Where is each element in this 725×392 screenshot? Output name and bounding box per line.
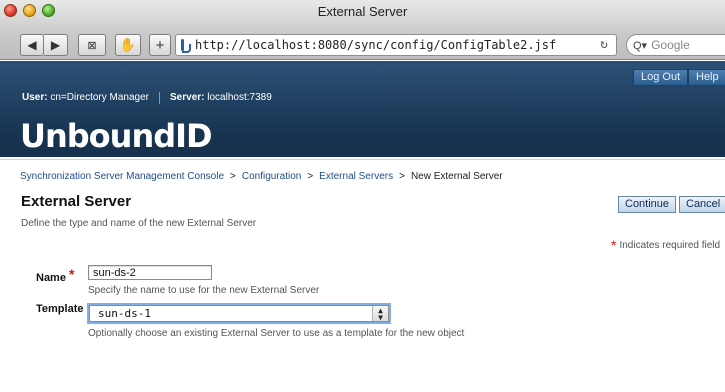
breadcrumb-separator: > — [307, 171, 314, 182]
window-titlebar: External Server ◀ ▶ ⊠ ✋ + http://localho… — [0, 0, 725, 60]
cancel-button[interactable]: Cancel — [679, 196, 725, 213]
window-title: External Server — [317, 4, 408, 19]
evernote-icon: ✋ — [119, 37, 137, 52]
breadcrumb: Synchronization Server Management Consol… — [20, 171, 503, 182]
session-divider — [159, 92, 161, 104]
forward-icon: ▶ — [50, 38, 61, 52]
template-selected-value: sun-ds-1 — [98, 307, 151, 320]
url-text: http://localhost:8080/sync/config/Config… — [195, 38, 557, 52]
forward-button[interactable]: ▶ — [44, 34, 68, 56]
reload-icon[interactable]: ↻ — [600, 37, 608, 52]
search-icon: Q▾ — [633, 39, 648, 52]
name-label-text: Name — [36, 272, 66, 284]
template-select[interactable]: sun-ds-1 ▲ ▼ — [89, 305, 389, 322]
search-input[interactable]: Q▾ Google — [626, 34, 725, 56]
back-button[interactable]: ◀ — [20, 34, 44, 56]
name-field[interactable] — [88, 265, 212, 280]
breadcrumb-configuration-link[interactable]: Configuration — [242, 171, 301, 182]
logout-button[interactable]: Log Out — [633, 69, 689, 86]
required-asterisk-icon: * — [68, 266, 75, 282]
page-description: Define the type and name of the new Exte… — [21, 218, 257, 229]
divider — [0, 159, 725, 160]
server-label: Server: — [170, 92, 205, 103]
session-info: User: cn=Directory Manager Server: local… — [22, 92, 272, 104]
unboundid-logo: UnboundID — [20, 117, 213, 155]
continue-button[interactable]: Continue — [618, 196, 677, 213]
search-placeholder: Google — [651, 38, 690, 52]
user-label: User: — [22, 92, 48, 103]
template-label: Template — [36, 303, 84, 315]
breadcrumb-separator: > — [399, 171, 405, 182]
select-arrows-icon: ▲ ▼ — [372, 306, 388, 322]
required-field-note: * Indicates required field — [611, 237, 720, 253]
snapback-icon: ⊠ — [87, 39, 97, 52]
breadcrumb-separator: > — [230, 171, 236, 182]
evernote-button[interactable]: ✋ — [115, 34, 141, 56]
snapback-button[interactable]: ⊠ — [78, 34, 106, 56]
help-button[interactable]: Help — [688, 69, 725, 86]
page-title: External Server — [21, 193, 132, 210]
user-value: cn=Directory Manager — [50, 92, 150, 103]
breadcrumb-external-servers-link[interactable]: External Servers — [319, 171, 393, 182]
required-asterisk-icon: * — [611, 237, 617, 253]
app-header: Log Out Help User: cn=Directory Manager … — [0, 61, 725, 157]
favicon-icon — [180, 38, 191, 53]
add-icon: + — [155, 36, 165, 54]
breadcrumb-current: New External Server — [410, 171, 503, 182]
breadcrumb-console-link[interactable]: Synchronization Server Management Consol… — [20, 171, 224, 182]
add-bookmark-button[interactable]: + — [149, 34, 171, 56]
address-bar[interactable]: http://localhost:8080/sync/config/Config… — [175, 34, 617, 56]
required-note-text: Indicates required field — [619, 240, 721, 251]
server-value: localhost:7389 — [207, 92, 272, 103]
back-icon: ◀ — [27, 38, 37, 52]
name-help-text: Specify the name to use for the new Exte… — [88, 285, 320, 296]
name-label: Name * — [36, 266, 74, 284]
template-help-text: Optionally choose an existing External S… — [88, 328, 465, 339]
